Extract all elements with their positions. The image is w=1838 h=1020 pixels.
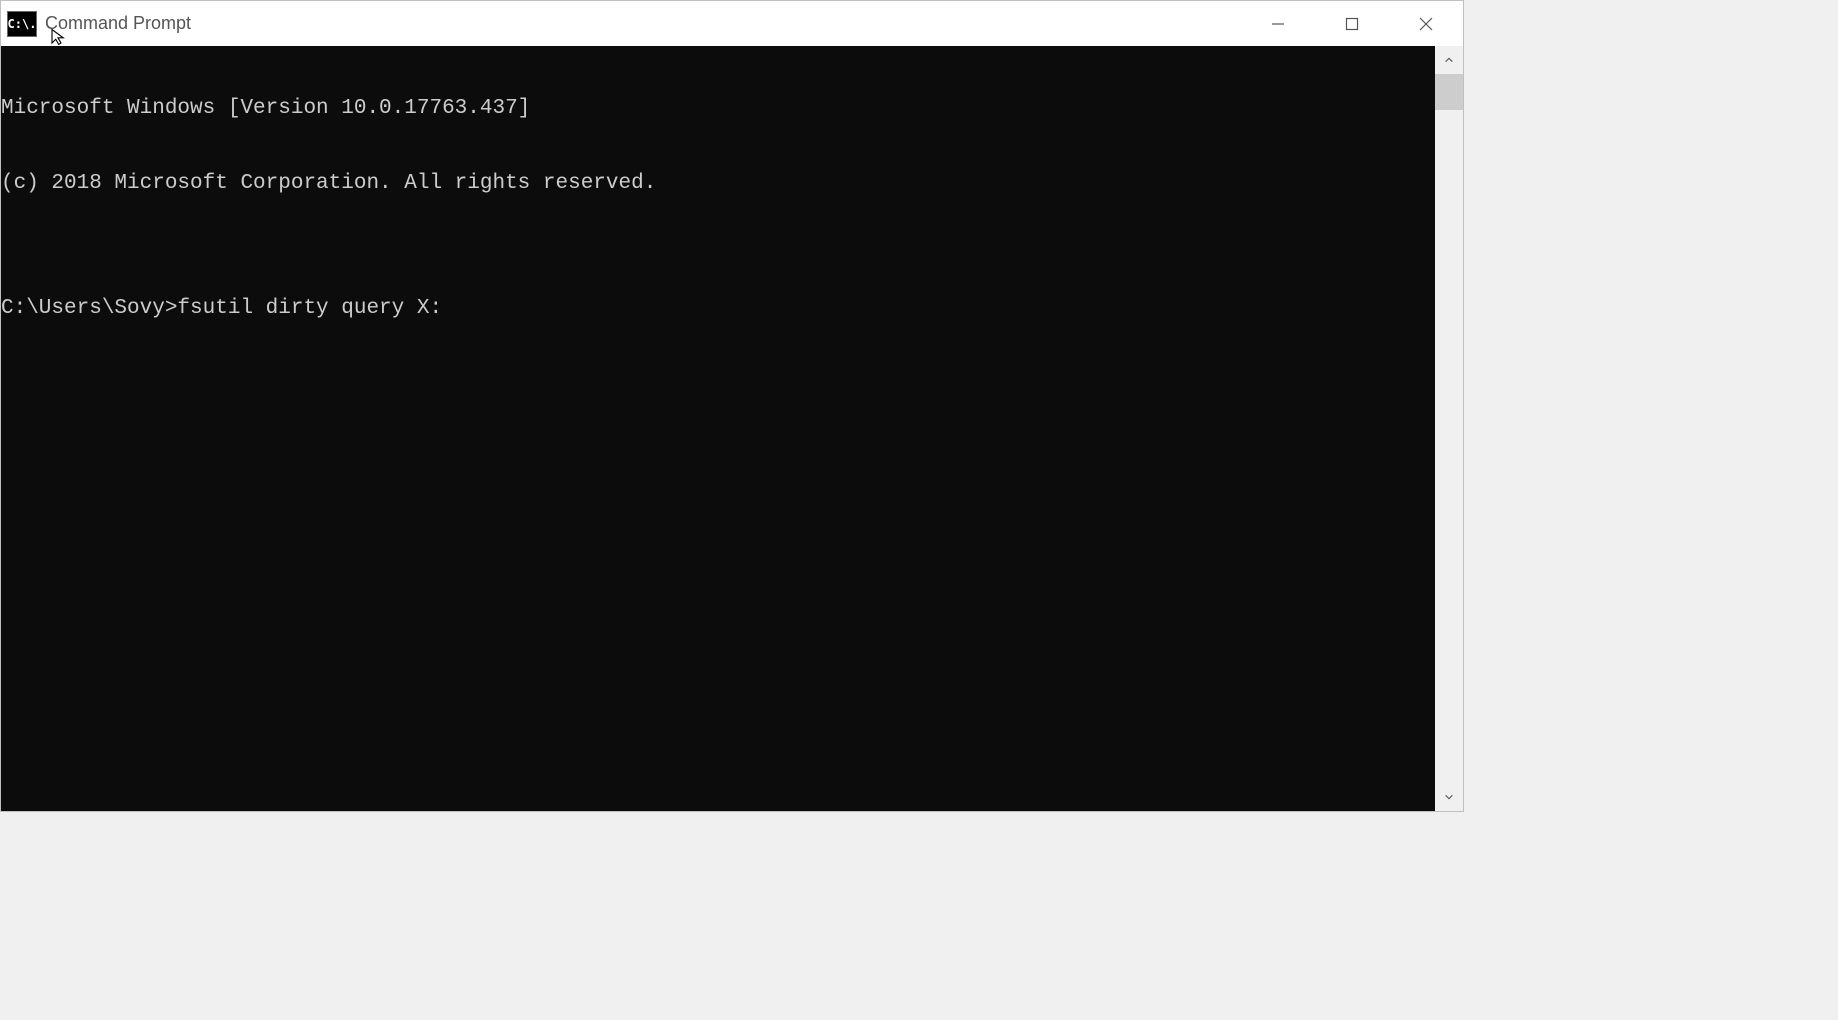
terminal-line: (c) 2018 Microsoft Corporation. All righ… [1,171,1435,196]
minimize-button[interactable] [1241,1,1315,46]
chevron-up-icon [1444,55,1454,65]
titlebar[interactable]: C:\. Command Prompt [1,1,1463,46]
terminal-line: C:\Users\Sovy>fsutil dirty query X: [1,296,1435,321]
scroll-track[interactable] [1435,74,1463,783]
app-icon-label: C:\. [8,17,37,31]
terminal-output[interactable]: Microsoft Windows [Version 10.0.17763.43… [1,46,1435,811]
scroll-thumb[interactable] [1435,74,1463,110]
chevron-down-icon [1444,792,1454,802]
scroll-up-button[interactable] [1435,46,1463,74]
window-controls [1241,1,1463,46]
app-icon[interactable]: C:\. [7,11,37,37]
vertical-scrollbar[interactable] [1435,46,1463,811]
close-button[interactable] [1389,1,1463,46]
maximize-icon [1345,17,1359,31]
terminal-area: Microsoft Windows [Version 10.0.17763.43… [1,46,1463,811]
minimize-icon [1271,17,1285,31]
window-title: Command Prompt [45,13,191,34]
close-icon [1419,17,1433,31]
maximize-button[interactable] [1315,1,1389,46]
terminal-line: Microsoft Windows [Version 10.0.17763.43… [1,96,1435,121]
scroll-down-button[interactable] [1435,783,1463,811]
command-prompt-window: C:\. Command Prompt Microsoft Windows [V… [0,0,1464,812]
